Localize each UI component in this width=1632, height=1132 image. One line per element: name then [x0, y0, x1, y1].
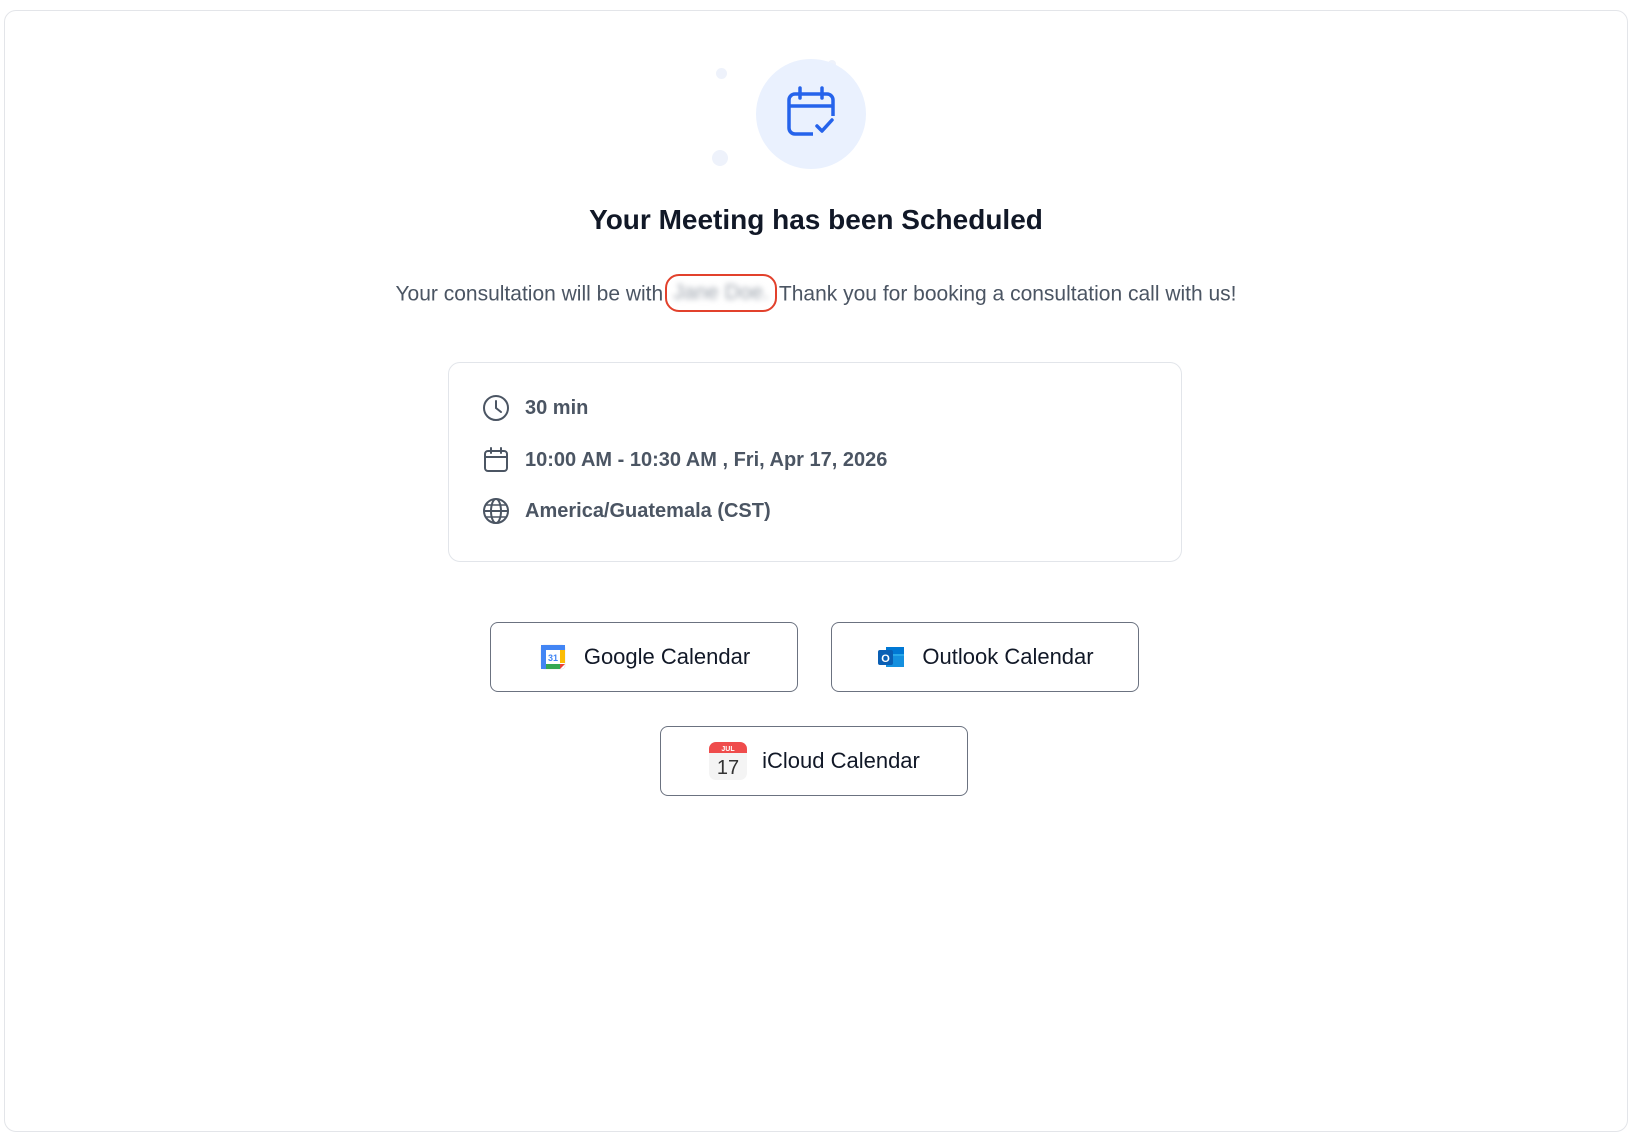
- host-name: Jane Doe.: [673, 281, 769, 304]
- host-name-highlight: Jane Doe.: [665, 274, 777, 312]
- outlook-icon-text: O: [882, 653, 891, 665]
- decorative-dot: [712, 150, 728, 166]
- clock-icon: [483, 395, 509, 421]
- globe-icon: [483, 498, 509, 524]
- hero-illustration: [700, 50, 880, 180]
- duration-row: 30 min: [481, 393, 588, 423]
- meeting-details-box: 30 min 10:00 AM - 10:30 AM , Fri, Apr 17…: [448, 362, 1182, 562]
- page-title: Your Meeting has been Scheduled: [589, 204, 1043, 235]
- google-calendar-icon-text: 31: [548, 653, 558, 663]
- confirmation-message: Your consultation will be with Jane Doe. T…: [0, 274, 1632, 314]
- outlook-calendar-button[interactable]: O Outlook Calendar: [831, 622, 1139, 692]
- icloud-icon-day: 17: [717, 757, 739, 779]
- message-prefix: Your consultation will be with: [395, 282, 664, 306]
- outlook-calendar-label: Outlook Calendar: [922, 644, 1094, 669]
- calendar-check-icon: [787, 86, 837, 138]
- google-calendar-icon: 31: [540, 644, 566, 670]
- timezone-text: America/Guatemala (CST): [525, 499, 771, 522]
- icloud-calendar-label: iCloud Calendar: [762, 748, 920, 773]
- outlook-icon: O: [878, 647, 905, 667]
- decorative-dot: [716, 68, 727, 79]
- icloud-icon-month: JUL: [721, 746, 735, 753]
- message-suffix: Thank you for booking a consultation cal…: [778, 282, 1237, 306]
- datetime-row: 10:00 AM - 10:30 AM , Fri, Apr 17, 2026: [481, 445, 887, 475]
- google-calendar-button[interactable]: 31 Google Calendar: [490, 622, 798, 692]
- icloud-calendar-icon: JUL 17: [709, 742, 748, 780]
- calendar-icon: [484, 447, 508, 472]
- icloud-calendar-button[interactable]: JUL 17 iCloud Calendar: [660, 726, 968, 796]
- datetime-text: 10:00 AM - 10:30 AM , Fri, Apr 17, 2026: [525, 448, 888, 471]
- duration-text: 30 min: [525, 396, 589, 419]
- google-calendar-label: Google Calendar: [583, 644, 751, 669]
- timezone-row: America/Guatemala (CST): [481, 496, 771, 526]
